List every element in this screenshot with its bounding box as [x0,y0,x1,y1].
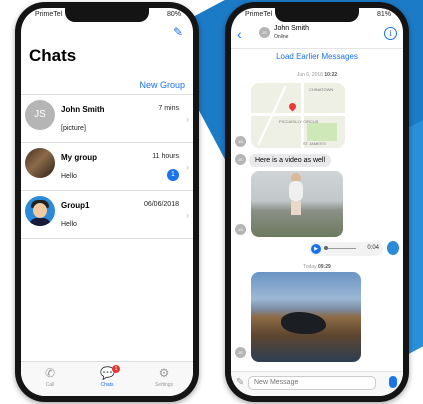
video-message[interactable] [251,171,343,237]
divider [21,142,193,143]
chat-row-my-group[interactable]: My group 11 hours Hello 1 › [21,144,193,190]
tab-chats[interactable]: 💬 1 Chats [82,365,132,388]
divider [21,94,193,95]
tab-label: Settings [154,382,174,388]
map-label: CHINATOWN [309,87,334,92]
chat-time: 7 mins [158,105,179,112]
phone-icon: ✆ [44,366,56,380]
chevron-right-icon: › [186,162,189,172]
photo-message[interactable] [251,272,361,362]
own-avatar [387,241,399,255]
sender-avatar: JS [235,136,246,147]
chat-row-group1[interactable]: Group1 06/06/2018 Hello › [21,192,193,238]
new-group-button[interactable]: New Group [139,80,185,90]
map-label: ST JAMES'S [303,141,326,146]
phone-notch [275,8,359,22]
audio-track[interactable] [324,248,356,249]
chat-name: Group1 [61,201,90,210]
cartoon-avatar [25,196,55,226]
chevron-right-icon: › [186,114,189,124]
tab-label: Call [45,382,55,388]
carrier-label: PrimeTel [35,11,63,18]
date-stamp: Jun 6, 2018 10:22 [231,72,403,78]
carrier-label: PrimeTel [245,11,273,18]
chevron-right-icon: › [186,210,189,220]
message-input[interactable] [248,376,376,390]
chat-row-john-smith[interactable]: JS John Smith 7 mins [picture] › [21,96,193,142]
conversation-header: ‹ JS John Smith Online i [231,22,403,49]
load-earlier-button[interactable]: Load Earlier Messages [231,52,403,61]
stamp-time: 09:29 [317,264,331,270]
group-photo-avatar [25,148,55,178]
divider [21,238,193,239]
back-chevron-icon[interactable]: ‹ [237,26,242,42]
date-stamp: Today 09:29 [231,264,403,270]
chat-last-message: Hello [61,173,77,180]
compose-icon[interactable]: ✎ [173,26,185,38]
sender-avatar: JS [235,154,246,165]
contact-status: Online [274,34,289,40]
map-message[interactable]: CHINATOWN PICCADILLY CIRCUS ST JAMES'S [251,83,345,148]
chat-last-message: Hello [61,221,77,228]
battery-level: 80% [166,11,181,18]
audio-scrubber[interactable] [324,246,328,250]
contact-name: John Smith [274,25,310,32]
map-label: PICCADILLY CIRCUS [279,119,319,124]
stamp-date: Jun 6, 2018 [296,72,323,78]
audio-duration: 0:04 [367,245,379,251]
text-message-bubble[interactable]: Here is a video as well [249,154,332,167]
microphone-icon[interactable] [389,376,397,388]
chat-name: John Smith [61,105,105,114]
chat-name: My group [61,153,97,162]
sender-avatar: JS [235,224,246,235]
stamp-date: Today [303,264,317,270]
message-input-bar: ✎ [231,371,403,396]
phone-notch [65,8,149,22]
info-icon[interactable]: i [384,27,397,40]
chat-last-message: [picture] [61,125,86,132]
phone-conversation: PrimeTel 81% ‹ JS John Smith Online i Lo… [225,2,409,402]
sender-avatar: JS [235,347,246,358]
unread-badge: 1 [167,169,179,181]
stamp-time: 10:22 [324,72,338,78]
map-pin-icon [287,101,298,112]
attachment-icon[interactable]: ✎ [236,377,244,388]
tab-settings[interactable]: ⚙ Settings [139,366,189,388]
divider [21,190,193,191]
tab-badge: 1 [112,365,120,373]
avatar: JS [25,100,55,130]
tab-call[interactable]: ✆ Call [25,366,75,388]
contact-avatar[interactable]: JS [259,27,270,38]
phone-chats-list: PrimeTel 80% ✎ Chats New Group JS John S… [15,2,199,402]
chat-time: 06/06/2018 [143,201,179,208]
gears-icon: ⚙ [158,366,170,380]
battery-level: 81% [376,11,391,18]
audio-message[interactable]: ▶ 0:04 [309,242,383,256]
chat-time: 11 hours [152,153,179,160]
conversation-screen: PrimeTel 81% ‹ JS John Smith Online i Lo… [231,8,403,396]
page-title: Chats [29,46,77,65]
tab-bar: ✆ Call 💬 1 Chats ⚙ Settings [21,361,193,396]
play-icon[interactable]: ▶ [311,244,321,254]
chats-screen: PrimeTel 80% ✎ Chats New Group JS John S… [21,8,193,396]
tab-label: Chats [100,382,114,388]
